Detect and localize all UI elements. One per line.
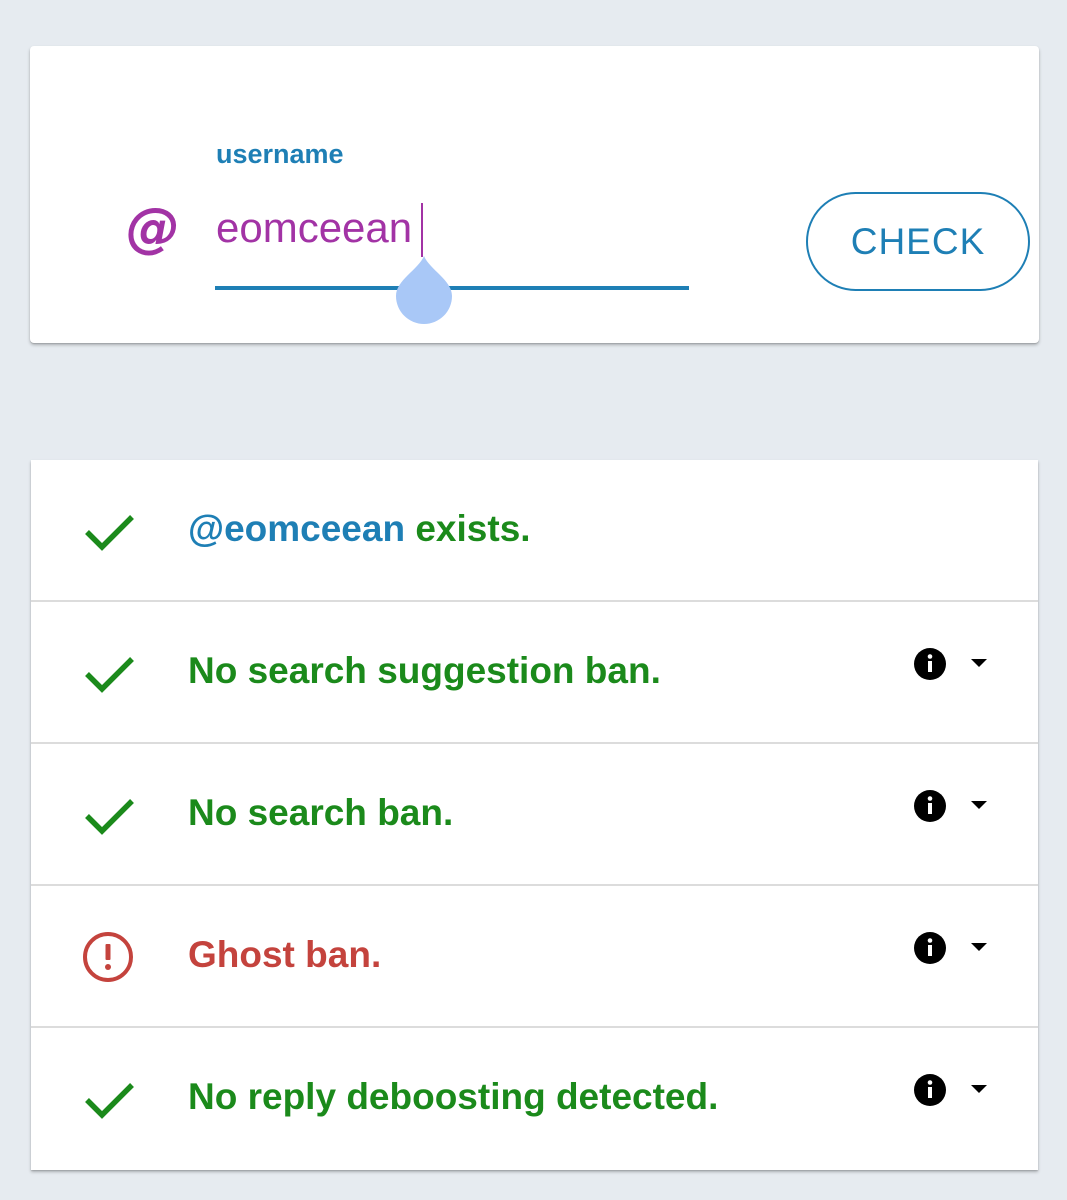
result-row-reply-deboosting[interactable]: No reply deboosting detected. — [31, 1028, 1038, 1170]
exists-suffix: exists. — [405, 508, 531, 549]
result-label: No search ban. — [188, 792, 454, 833]
result-exists-text: @eomceean exists. — [188, 504, 531, 554]
caret-down-icon[interactable] — [969, 940, 989, 954]
check-icon — [85, 657, 134, 693]
check-icon — [85, 1083, 134, 1119]
caret-down-icon[interactable] — [969, 656, 989, 670]
username-handle[interactable]: @eomceean — [188, 508, 405, 549]
caret-down-icon[interactable] — [969, 1082, 989, 1096]
info-icon[interactable] — [913, 789, 947, 823]
alert-circle-icon — [83, 932, 133, 982]
result-label: No search suggestion ban. — [188, 650, 661, 691]
result-row-search-ban[interactable]: No search ban. — [31, 744, 1038, 886]
result-row-exists: @eomceean exists. — [31, 460, 1038, 602]
info-icon[interactable] — [913, 931, 947, 965]
username-input[interactable]: eomceean — [216, 202, 412, 254]
result-label: Ghost ban. — [188, 934, 382, 975]
result-label: No reply deboosting detected. — [188, 1076, 719, 1117]
username-form-card: @ username eomceean CHECK — [30, 46, 1039, 343]
info-icon[interactable] — [913, 1073, 947, 1107]
caret-down-icon[interactable] — [969, 798, 989, 812]
text-cursor — [421, 203, 423, 257]
result-row-ghost-ban[interactable]: Ghost ban. — [31, 886, 1038, 1028]
result-row-search-suggestion-ban[interactable]: No search suggestion ban. — [31, 602, 1038, 744]
check-icon — [85, 515, 134, 551]
info-icon[interactable] — [913, 647, 947, 681]
check-icon — [85, 799, 134, 835]
at-sign-icon: @ — [126, 196, 180, 259]
username-field-label: username — [216, 139, 344, 169]
text-selection-handle[interactable] — [394, 254, 454, 324]
results-card: @eomceean exists. No search suggestion b… — [31, 460, 1038, 1170]
check-button[interactable]: CHECK — [806, 192, 1030, 291]
